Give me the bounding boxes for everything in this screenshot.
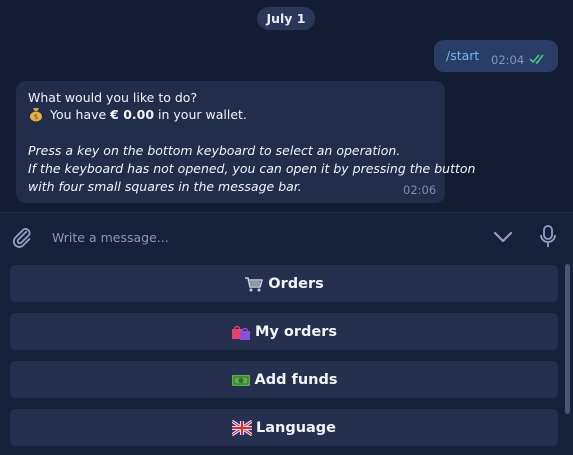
my-orders-button-label: My orders: [254, 323, 338, 340]
add-funds-button[interactable]: Add funds: [10, 361, 558, 398]
message-composer: [0, 212, 573, 260]
message-line: What would you like to do?: [28, 90, 198, 105]
incoming-message-time: 02:06: [403, 183, 437, 197]
orders-button-label: Orders: [268, 275, 324, 292]
keyboard-scrollbar[interactable]: [565, 264, 570, 414]
shopping-bags-icon: [231, 325, 250, 340]
outgoing-message[interactable]: /start 02:04: [434, 40, 558, 72]
message-input[interactable]: [52, 227, 472, 247]
shopping-cart-icon: [245, 276, 264, 291]
message-line: with four small squares in the message b…: [28, 179, 302, 194]
outgoing-message-text[interactable]: /start: [446, 48, 479, 63]
wallet-prefix: You have: [50, 107, 111, 122]
chevron-down-icon[interactable]: [492, 229, 514, 245]
wallet-balance-line: $ You have € 0.00 in your wallet.: [28, 106, 247, 123]
language-button-label: Language: [255, 419, 337, 436]
my-orders-button[interactable]: My orders: [10, 313, 558, 350]
bot-keyboard: Orders My orders Add funds Language: [0, 260, 573, 455]
uk-flag-icon: [231, 419, 252, 436]
svg-text:$: $: [34, 113, 38, 121]
paperclip-icon[interactable]: [10, 225, 34, 249]
message-line: Press a key on the bottom keyboard to se…: [28, 143, 401, 158]
language-button[interactable]: Language: [10, 409, 558, 446]
message-line: If the keyboard has not opened, you can …: [28, 161, 476, 176]
date-divider: July 1: [257, 7, 315, 30]
microphone-icon[interactable]: [538, 224, 558, 250]
banknote-icon: [231, 374, 250, 386]
incoming-message[interactable]: What would you like to do? $ You have € …: [16, 81, 475, 203]
wallet-suffix: in your wallet.: [154, 107, 247, 122]
outgoing-message-time: 02:04: [491, 53, 525, 67]
double-check-icon: [529, 54, 544, 65]
money-bag-icon: $: [30, 108, 42, 122]
orders-button[interactable]: Orders: [10, 265, 558, 302]
wallet-amount: € 0.00: [110, 107, 155, 122]
add-funds-button-label: Add funds: [254, 371, 338, 388]
chat-history: July 1 /start 02:04 What would you like …: [0, 0, 573, 212]
